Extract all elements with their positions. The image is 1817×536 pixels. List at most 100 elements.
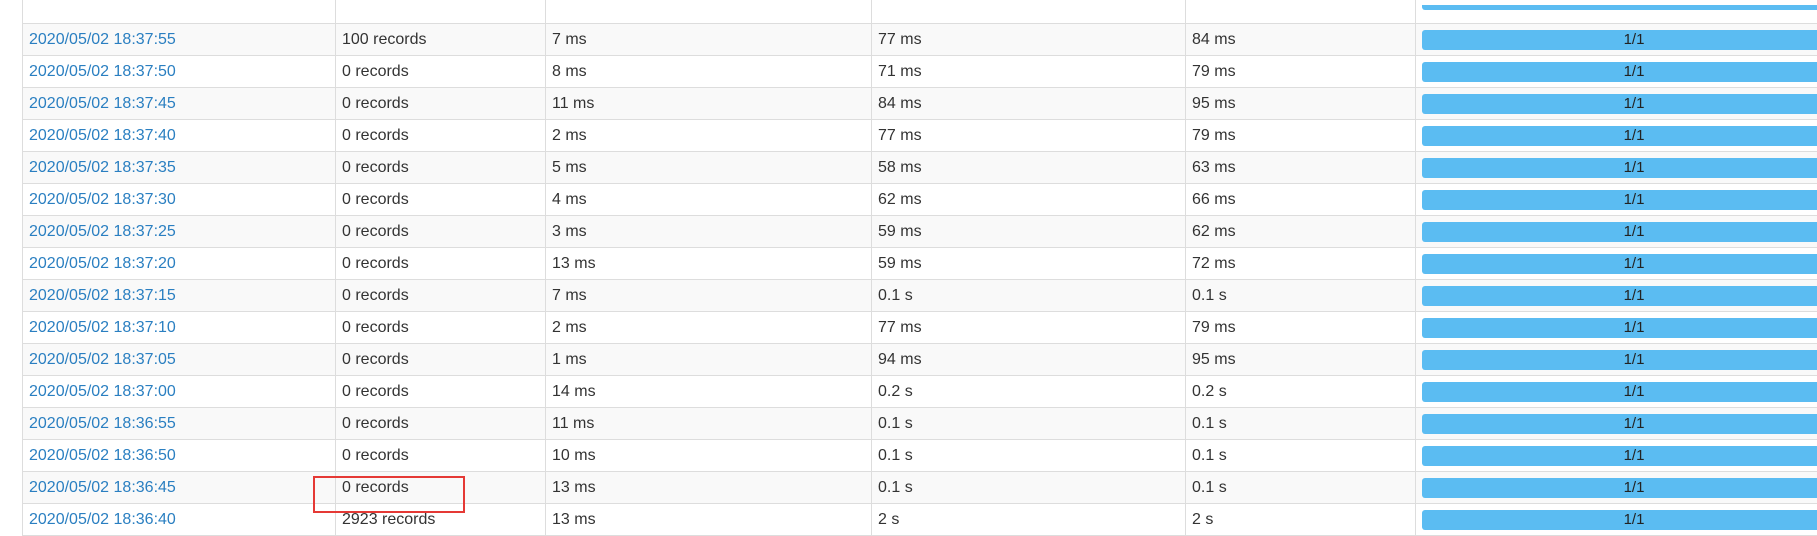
- batch-c3-cell: 2 ms: [546, 312, 872, 344]
- batch-time-link[interactable]: 2020/05/02 18:37:10: [29, 319, 176, 336]
- batch-c5-cell: 79 ms: [1186, 56, 1416, 88]
- table-row: 2020/05/02 18:37:55100 records7 ms77 ms8…: [23, 24, 1817, 56]
- batch-time-link[interactable]: 2020/05/02 18:37:30: [29, 191, 176, 208]
- batch-time-link[interactable]: 2020/05/02 18:37:25: [29, 223, 176, 240]
- table-row: 2020/05/02 18:36:550 records11 ms0.1 s0.…: [23, 408, 1817, 440]
- batch-time-link[interactable]: 2020/05/02 18:37:05: [29, 351, 176, 368]
- batch-c4-cell: 0.1 s: [872, 472, 1186, 504]
- batch-time-link[interactable]: 2020/05/02 18:36:55: [29, 415, 176, 432]
- batch-c4-cell: 0.2 s: [872, 376, 1186, 408]
- batch-c4-cell: 77 ms: [872, 120, 1186, 152]
- progress-cell: 1/1: [1416, 184, 1817, 216]
- table-row: 2020/05/02 18:37:400 records2 ms77 ms79 …: [23, 120, 1817, 152]
- batch-c5-cell: 66 ms: [1186, 184, 1416, 216]
- batch-c5-cell: 0.1 s: [1186, 408, 1416, 440]
- batch-c4-cell: 94 ms: [872, 344, 1186, 376]
- batch-c3-cell: 10 ms: [546, 440, 872, 472]
- progress-cell: 1/1: [1416, 24, 1817, 56]
- progress-bar: 1/1: [1422, 222, 1817, 242]
- batch-c3-cell: 11 ms: [546, 88, 872, 120]
- batch-c4-cell: 71 ms: [872, 56, 1186, 88]
- table-row: 2020/05/02 18:37:500 records8 ms71 ms79 …: [23, 56, 1817, 88]
- batch-c3-cell: 13 ms: [546, 472, 872, 504]
- batch-c4-cell: 0.1 s: [872, 280, 1186, 312]
- batches-table: 2020/05/02 18:37:55100 records7 ms77 ms8…: [22, 0, 1817, 536]
- table-row: 2020/05/02 18:37:350 records5 ms58 ms63 …: [23, 152, 1817, 184]
- batch-time-cell: 2020/05/02 18:37:10: [23, 312, 336, 344]
- batch-c3-cell: 7 ms: [546, 24, 872, 56]
- batch-c5-cell: 62 ms: [1186, 216, 1416, 248]
- batch-records-cell: 0 records: [336, 376, 546, 408]
- batch-time-cell: 2020/05/02 18:37:30: [23, 184, 336, 216]
- table-row: 2020/05/02 18:36:500 records10 ms0.1 s0.…: [23, 440, 1817, 472]
- progress-cell: 1/1: [1416, 280, 1817, 312]
- batch-time-cell: 2020/05/02 18:37:15: [23, 280, 336, 312]
- batch-time-link[interactable]: 2020/05/02 18:37:55: [29, 31, 176, 48]
- table-row: 2020/05/02 18:37:000 records14 ms0.2 s0.…: [23, 376, 1817, 408]
- table-row: 2020/05/02 18:37:200 records13 ms59 ms72…: [23, 248, 1817, 280]
- batch-time-link[interactable]: 2020/05/02 18:36:50: [29, 447, 176, 464]
- batch-c3-cell: 14 ms: [546, 376, 872, 408]
- batch-time-link[interactable]: 2020/05/02 18:37:20: [29, 255, 176, 272]
- batch-c3-cell: 11 ms: [546, 408, 872, 440]
- batch-time-link[interactable]: 2020/05/02 18:36:40: [29, 511, 176, 528]
- batch-c5-cell: 95 ms: [1186, 344, 1416, 376]
- table-row: 2020/05/02 18:37:300 records4 ms62 ms66 …: [23, 184, 1817, 216]
- batch-c3-cell: 13 ms: [546, 504, 872, 536]
- batch-c5-cell: 63 ms: [1186, 152, 1416, 184]
- batch-time-link[interactable]: 2020/05/02 18:37:45: [29, 95, 176, 112]
- table-row: 2020/05/02 18:37:100 records2 ms77 ms79 …: [23, 312, 1817, 344]
- batch-time-cell: 2020/05/02 18:37:50: [23, 56, 336, 88]
- progress-bar: 1/1: [1422, 318, 1817, 338]
- batch-time-link[interactable]: 2020/05/02 18:37:00: [29, 383, 176, 400]
- batch-time-cell: 2020/05/02 18:37:45: [23, 88, 336, 120]
- batch-records-cell: 100 records: [336, 24, 546, 56]
- batch-c5-cell: 0.1 s: [1186, 440, 1416, 472]
- batch-records-cell: 0 records: [336, 120, 546, 152]
- table-row: 2020/05/02 18:36:402923 records13 ms2 s2…: [23, 504, 1817, 536]
- progress-cell: 1/1: [1416, 216, 1817, 248]
- batch-time-link[interactable]: 2020/05/02 18:37:50: [29, 63, 176, 80]
- batch-time-cell: 2020/05/02 18:36:50: [23, 440, 336, 472]
- table-row: 2020/05/02 18:37:250 records3 ms59 ms62 …: [23, 216, 1817, 248]
- batch-time-link[interactable]: 2020/05/02 18:37:35: [29, 159, 176, 176]
- batch-time-cell: 2020/05/02 18:37:20: [23, 248, 336, 280]
- progress-cell: 1/1: [1416, 408, 1817, 440]
- batch-time-cell: 2020/05/02 18:36:45: [23, 472, 336, 504]
- progress-cell: 1/1: [1416, 88, 1817, 120]
- batches-table-body: 2020/05/02 18:37:55100 records7 ms77 ms8…: [23, 0, 1817, 536]
- batch-c4-cell: 59 ms: [872, 216, 1186, 248]
- batch-c5-cell: 2 s: [1186, 504, 1416, 536]
- batch-time-cell: 2020/05/02 18:37:55: [23, 24, 336, 56]
- batch-records-cell: 0 records: [336, 440, 546, 472]
- batch-records-cell: 0 records: [336, 344, 546, 376]
- batch-c4-cell: 77 ms: [872, 24, 1186, 56]
- batch-c5-cell: 72 ms: [1186, 248, 1416, 280]
- progress-bar: 1/1: [1422, 62, 1817, 82]
- batch-c3-cell: 7 ms: [546, 280, 872, 312]
- batch-c3-cell: 1 ms: [546, 344, 872, 376]
- progress-bar: 1/1: [1422, 30, 1817, 50]
- batch-time-link[interactable]: 2020/05/02 18:37:40: [29, 127, 176, 144]
- batch-records-cell: 0 records: [336, 280, 546, 312]
- progress-cell: 1/1: [1416, 120, 1817, 152]
- progress-bar: [1422, 5, 1817, 10]
- batch-c5-cell: 0.2 s: [1186, 376, 1416, 408]
- batch-c5-cell: 79 ms: [1186, 312, 1416, 344]
- batch-c5-cell: 0.1 s: [1186, 472, 1416, 504]
- batch-time-cell: 2020/05/02 18:36:40: [23, 504, 336, 536]
- batch-records-cell: 2923 records: [336, 504, 546, 536]
- table-row: 2020/05/02 18:37:150 records7 ms0.1 s0.1…: [23, 280, 1817, 312]
- progress-cell: 1/1: [1416, 248, 1817, 280]
- progress-bar: 1/1: [1422, 94, 1817, 114]
- progress-cell: 1/1: [1416, 312, 1817, 344]
- table-row: 2020/05/02 18:36:450 records13 ms0.1 s0.…: [23, 472, 1817, 504]
- batch-time-cell: 2020/05/02 18:36:55: [23, 408, 336, 440]
- progress-cell: 1/1: [1416, 376, 1817, 408]
- batch-time-cell: 2020/05/02 18:37:35: [23, 152, 336, 184]
- batch-records-cell: 0 records: [336, 216, 546, 248]
- batch-c4-cell: 59 ms: [872, 248, 1186, 280]
- batch-time-link[interactable]: 2020/05/02 18:37:15: [29, 287, 176, 304]
- batch-time-cell: 2020/05/02 18:37:25: [23, 216, 336, 248]
- batch-time-link[interactable]: 2020/05/02 18:36:45: [29, 479, 176, 496]
